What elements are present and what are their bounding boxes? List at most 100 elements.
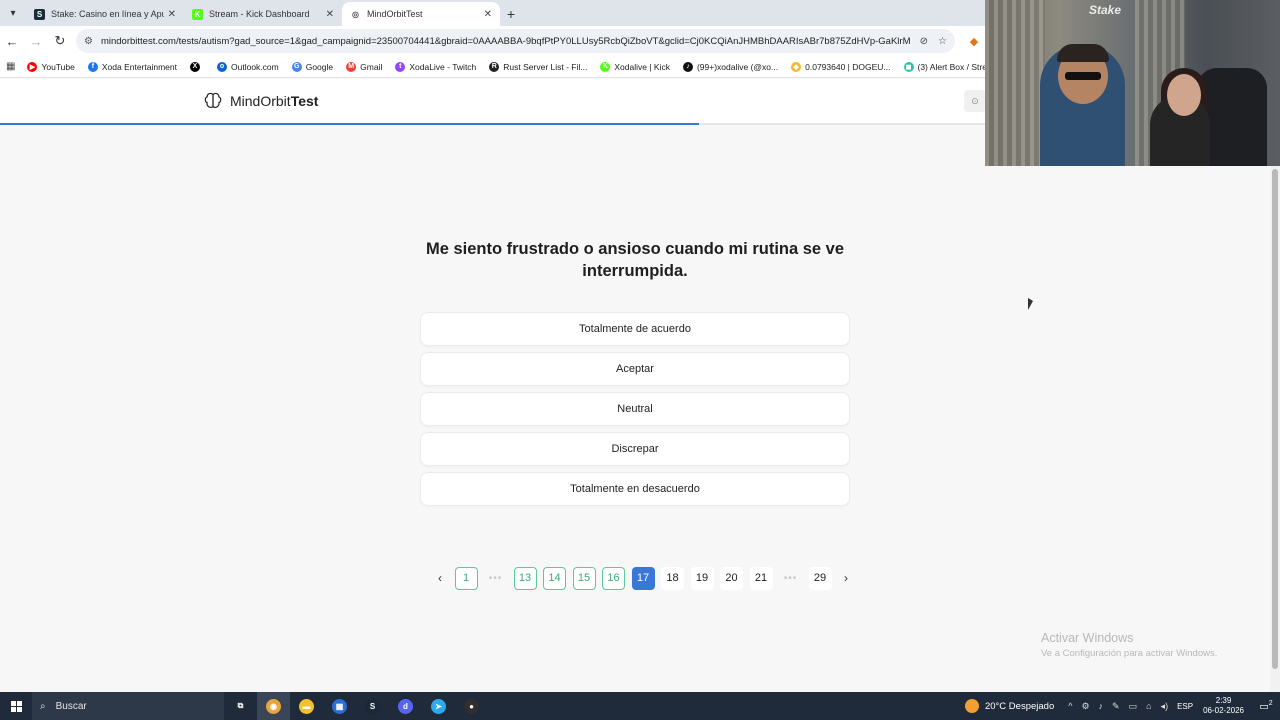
answer-option-button[interactable]: Discrepar (420, 432, 850, 466)
apps-grid-icon[interactable]: ▦ (6, 61, 15, 72)
pagination-page-button[interactable]: 16 (602, 566, 625, 590)
browser-tab-title: Stake: Casino en línea y Apuesta (51, 9, 164, 19)
pagination-prev-button[interactable]: ‹ (432, 567, 448, 590)
pagination-page-button[interactable]: 21 (749, 566, 773, 590)
webcam-overlay: Stake (985, 0, 1280, 166)
site-logo[interactable]: MindOrbit Test (203, 91, 318, 111)
network-icon[interactable]: ⌂ (1146, 701, 1151, 711)
close-tab-icon[interactable]: ✕ (326, 9, 334, 20)
chrome-button[interactable]: ◉ (257, 692, 290, 720)
pagination-page-button[interactable]: 29 (808, 566, 832, 590)
taskbar-search[interactable]: ⌕ Buscar (32, 692, 224, 720)
metamask-extension-icon[interactable]: ◆ (963, 35, 985, 48)
answer-options: Totalmente de acuerdo Aceptar Neutral Discr… (420, 312, 850, 512)
pagination-page-button[interactable]: 19 (690, 566, 714, 590)
notification-center-icon[interactable]: ▭2 (1256, 700, 1276, 712)
bookmark-star-icon[interactable]: ☆ (938, 36, 947, 47)
weather-widget[interactable]: 20°C Despejado (964, 699, 1054, 713)
close-tab-icon[interactable]: ✕ (484, 9, 492, 20)
pagination-page-button[interactable]: 20 (720, 566, 743, 590)
wall-panel (985, 0, 1045, 166)
tab-search-icon[interactable]: ▾ (0, 0, 26, 26)
clock[interactable]: 2:39 06-02-2026 (1203, 696, 1244, 716)
bookmark-item[interactable]: G Google (291, 61, 333, 72)
pagination-page-current[interactable]: 17 (631, 566, 655, 590)
bookmark-item[interactable]: f Xoda Entertainment (87, 61, 177, 72)
bookmark-item[interactable]: M Gmail (346, 61, 383, 72)
browser-tab[interactable]: K Stream - Kick Dashboard ✕ (184, 2, 342, 26)
address-bar[interactable]: ⚙ mindorbittest.com/tests/autism?gad_sou… (76, 29, 955, 53)
bookmark-item[interactable]: ◆ 0.0793640 | DOGEU... (791, 61, 891, 72)
header-action-icon[interactable]: ⊙ (964, 90, 986, 112)
pagination-next-button[interactable]: › (838, 567, 854, 590)
bookmark-label: Gmail (360, 61, 383, 72)
taskbar-search-label: Buscar (55, 700, 87, 712)
tray-app-icon[interactable]: ⚙ (1081, 701, 1089, 712)
file-explorer-button[interactable]: ▬ (290, 692, 323, 720)
stake-icon: S (34, 8, 45, 20)
eye-off-icon[interactable]: ⊘ (920, 36, 928, 47)
bookmark-favicon-icon: ◼ (903, 61, 914, 72)
answer-option-button[interactable]: Totalmente en desacuerdo (420, 472, 850, 506)
start-button[interactable] (0, 692, 32, 720)
page-scrollbar[interactable] (1270, 79, 1280, 692)
streamer-hair (1057, 44, 1109, 62)
bookmark-item[interactable]: ♪ (99+)xodalive (@xo... (682, 61, 779, 72)
bookmark-item[interactable]: R Rust Server List - Fil... (489, 61, 587, 72)
pagination-page-button[interactable]: 14 (543, 566, 566, 590)
language-indicator[interactable]: ESP (1177, 702, 1193, 711)
show-hidden-icons-icon[interactable]: ^ (1068, 701, 1072, 711)
new-tab-button[interactable]: + (500, 2, 522, 26)
bookmark-label: Xodalive | Kick (614, 61, 670, 72)
store-button[interactable]: ▦ (323, 692, 356, 720)
display-icon[interactable]: ▭ (1129, 701, 1138, 712)
pagination-page-button[interactable]: 1 (454, 566, 478, 590)
bookmark-item[interactable]: K Xodalive | Kick (600, 61, 670, 72)
brain-icon (204, 92, 222, 108)
browser-tab[interactable]: S Stake: Casino en línea y Apuesta ✕ (26, 2, 184, 26)
answer-option-button[interactable]: Aceptar (420, 352, 850, 386)
answer-option-button[interactable]: Neutral (420, 392, 850, 426)
forward-icon[interactable]: → (24, 29, 48, 53)
discord-button[interactable]: d (389, 692, 422, 720)
bookmark-item[interactable]: o Outlook.com (217, 61, 279, 72)
bookmark-favicon-icon: f (87, 61, 98, 72)
obs-button[interactable]: ● (455, 692, 488, 720)
pagination-ellipsis: ••• (488, 572, 503, 584)
browser-tab[interactable]: ◎ MindOrbitTest ✕ (342, 2, 500, 26)
bookmark-favicon-icon: o (217, 61, 227, 72)
pagination-page-button[interactable]: 15 (572, 566, 596, 590)
bookmark-label: XodaLive - Twitch (409, 61, 477, 72)
guest-head (1167, 74, 1201, 116)
telegram-button[interactable]: ➤ (422, 692, 455, 720)
question-pagination: ‹ 1 ••• 13 14 15 16 17 18 19 20 21 ••• 29 › (432, 566, 861, 590)
kick-icon: K (192, 8, 203, 20)
globe-icon: ◎ (350, 8, 361, 20)
url-text[interactable]: mindorbittest.com/tests/autism?gad_sourc… (101, 36, 910, 47)
pen-icon[interactable]: ✎ (1112, 701, 1120, 712)
task-view-button[interactable]: ⧉ (224, 692, 257, 720)
reload-icon[interactable]: ↻ (48, 29, 72, 53)
back-icon[interactable]: ← (0, 29, 24, 53)
site-info-icon[interactable]: ⚙ (84, 36, 93, 47)
bookmark-item[interactable]: t XodaLive - Twitch (395, 61, 477, 72)
answer-option-button[interactable]: Totalmente de acuerdo (420, 312, 850, 346)
progress-bar-fill (0, 123, 699, 125)
scrollbar-thumb[interactable] (1272, 169, 1278, 669)
clock-date: 06-02-2026 (1203, 706, 1244, 715)
task-view-icon: ⧉ (237, 701, 244, 710)
bookmark-favicon-icon: G (291, 61, 302, 72)
close-tab-icon[interactable]: ✕ (168, 9, 176, 20)
steam-button[interactable]: S (356, 692, 389, 720)
microphone-icon[interactable]: ♪ (1099, 701, 1104, 711)
obs-icon: ● (464, 698, 479, 714)
pagination-page-button[interactable]: 13 (513, 566, 537, 590)
volume-icon[interactable]: ◂) (1161, 701, 1169, 712)
watermark-title: Activar Windows (1041, 631, 1134, 645)
bookmark-item[interactable]: X (190, 61, 204, 72)
chrome-icon: ◉ (266, 698, 281, 714)
system-tray: 20°C Despejado ^ ⚙ ♪ ✎ ▭ ⌂ ◂) ESP 2:39 0… (964, 692, 1280, 720)
bookmark-item[interactable]: ▶ YouTube (27, 61, 75, 72)
pagination-page-button[interactable]: 18 (661, 566, 684, 590)
bookmark-label: (99+)xodalive (@xo... (696, 61, 779, 72)
